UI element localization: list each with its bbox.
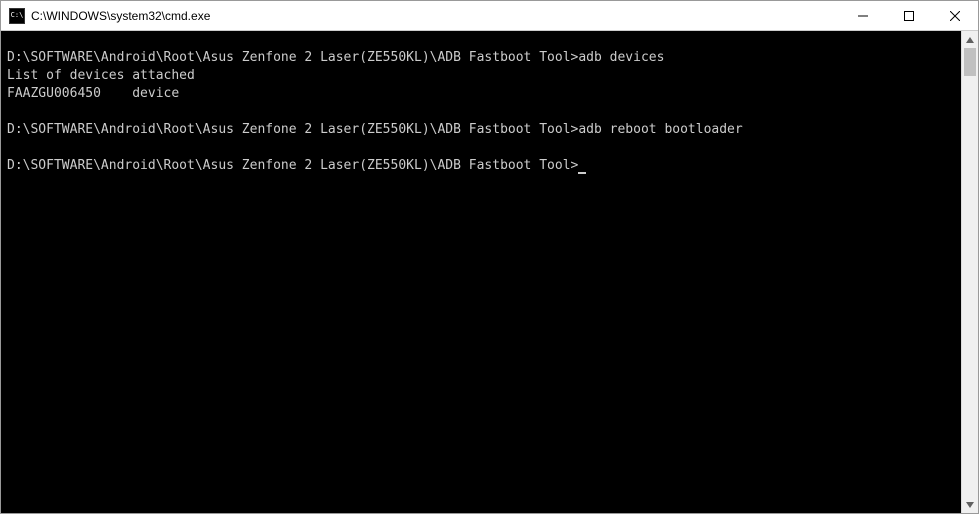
terminal-output[interactable]: D:\SOFTWARE\Android\Root\Asus Zenfone 2 … [1,31,961,513]
chevron-down-icon [966,502,974,508]
terminal-line: FAAZGU006450 device [7,85,955,103]
chevron-up-icon [966,37,974,43]
window-titlebar[interactable]: C:\ C:\WINDOWS\system32\cmd.exe [1,1,978,31]
terminal-cursor [578,172,586,174]
terminal-line [7,139,955,157]
window-controls [840,1,978,30]
terminal-line: List of devices attached [7,67,955,85]
vertical-scrollbar[interactable] [961,31,978,513]
minimize-button[interactable] [840,1,886,30]
cmd-icon-text: C:\ [11,12,24,19]
window-title: C:\WINDOWS\system32\cmd.exe [31,9,840,23]
terminal-line: D:\SOFTWARE\Android\Root\Asus Zenfone 2 … [7,157,955,175]
scroll-track[interactable] [962,48,978,496]
maximize-icon [904,11,914,21]
close-button[interactable] [932,1,978,30]
close-icon [950,11,960,21]
terminal-line: D:\SOFTWARE\Android\Root\Asus Zenfone 2 … [7,121,955,139]
terminal-line: D:\SOFTWARE\Android\Root\Asus Zenfone 2 … [7,49,955,67]
minimize-icon [858,11,868,21]
maximize-button[interactable] [886,1,932,30]
terminal-container: D:\SOFTWARE\Android\Root\Asus Zenfone 2 … [1,31,978,513]
scroll-up-arrow[interactable] [962,31,978,48]
cmd-icon: C:\ [9,8,25,24]
terminal-line [7,103,955,121]
scroll-down-arrow[interactable] [962,496,978,513]
scroll-thumb[interactable] [964,48,976,76]
